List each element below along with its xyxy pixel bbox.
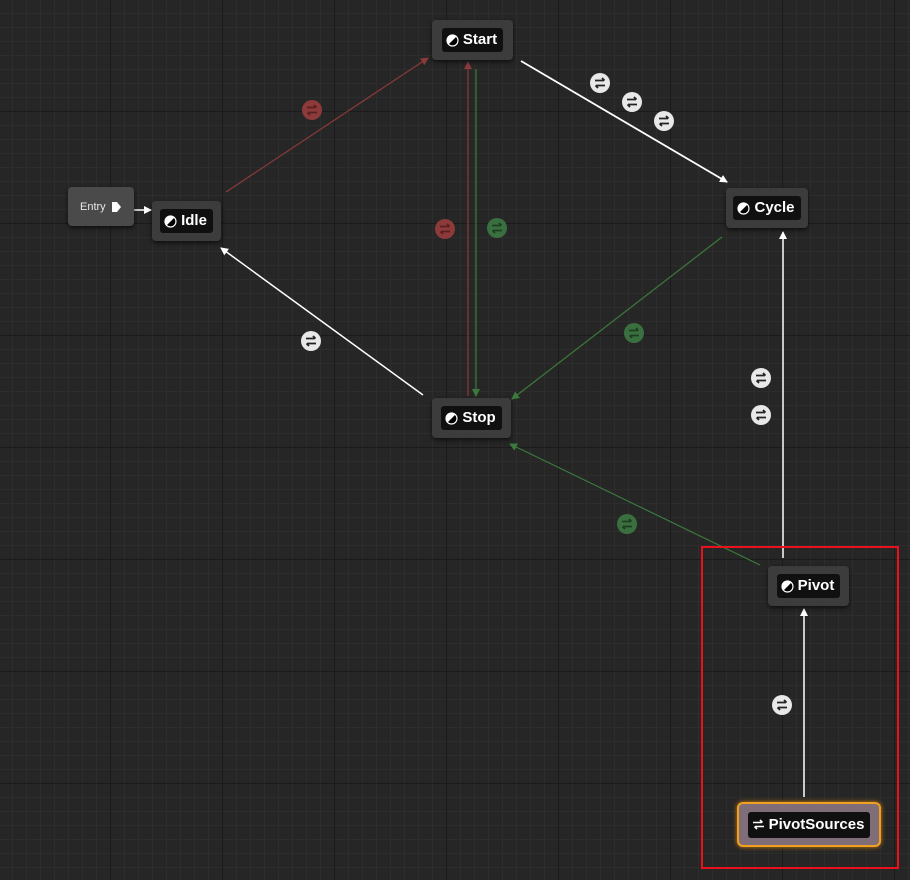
transition-rule-icon[interactable]	[751, 405, 771, 425]
state-icon	[737, 201, 751, 215]
conduit-label: PivotSources	[768, 815, 865, 833]
state-icon	[781, 579, 794, 593]
transition-rule-icon[interactable]	[624, 323, 644, 343]
state-machine-graph[interactable]: Entry Idle Start Cycle Stop Pivot PivotS…	[0, 0, 910, 880]
state-node-header: Pivot	[776, 574, 841, 598]
transition-rule-icon[interactable]	[302, 100, 322, 120]
state-icon	[445, 411, 459, 425]
state-label: Idle	[181, 212, 207, 229]
transition-wires	[133, 57, 808, 797]
state-node-header: Stop	[441, 406, 502, 430]
transition-rule-icon[interactable]	[751, 368, 771, 388]
conduit-node-pivotsources[interactable]: PivotSources	[737, 802, 881, 847]
state-node-header: Start	[441, 28, 504, 52]
state-icon	[164, 214, 177, 228]
wire-cycle-stop	[511, 236, 723, 400]
transition-rule-icon[interactable]	[617, 514, 637, 534]
transition-rule-icon[interactable]	[435, 219, 455, 239]
transition-rule-icon[interactable]	[622, 92, 642, 112]
state-node-header: Cycle	[733, 196, 801, 220]
state-node-start[interactable]: Start	[432, 20, 513, 60]
state-label: Stop	[462, 409, 496, 426]
transition-rule-icon[interactable]	[654, 111, 674, 131]
state-node-cycle[interactable]: Cycle	[726, 188, 808, 228]
conduit-icon	[752, 818, 765, 831]
state-node-pivot[interactable]: Pivot	[768, 566, 849, 606]
state-label: Cycle	[754, 199, 795, 216]
state-label: Pivot	[797, 577, 835, 594]
wire-stop-idle	[220, 247, 424, 396]
transition-rule-icon[interactable]	[772, 695, 792, 715]
entry-label: Entry	[80, 200, 106, 213]
state-label: Start	[462, 31, 498, 48]
state-icon	[446, 33, 459, 47]
wire-pivot-stop	[509, 443, 761, 566]
transition-rule-icon[interactable]	[590, 73, 610, 93]
state-node-header: Idle	[160, 209, 213, 233]
wire-start-cycle	[520, 60, 728, 183]
wire-idle-start	[225, 57, 429, 193]
conduit-node-header: PivotSources	[747, 811, 871, 838]
state-node-stop[interactable]: Stop	[432, 398, 511, 438]
exec-pin-icon[interactable]	[111, 201, 121, 212]
state-node-idle[interactable]: Idle	[152, 201, 221, 241]
entry-node[interactable]: Entry	[68, 187, 134, 226]
transition-rule-icon[interactable]	[487, 218, 507, 238]
transition-rule-icon[interactable]	[301, 331, 321, 351]
